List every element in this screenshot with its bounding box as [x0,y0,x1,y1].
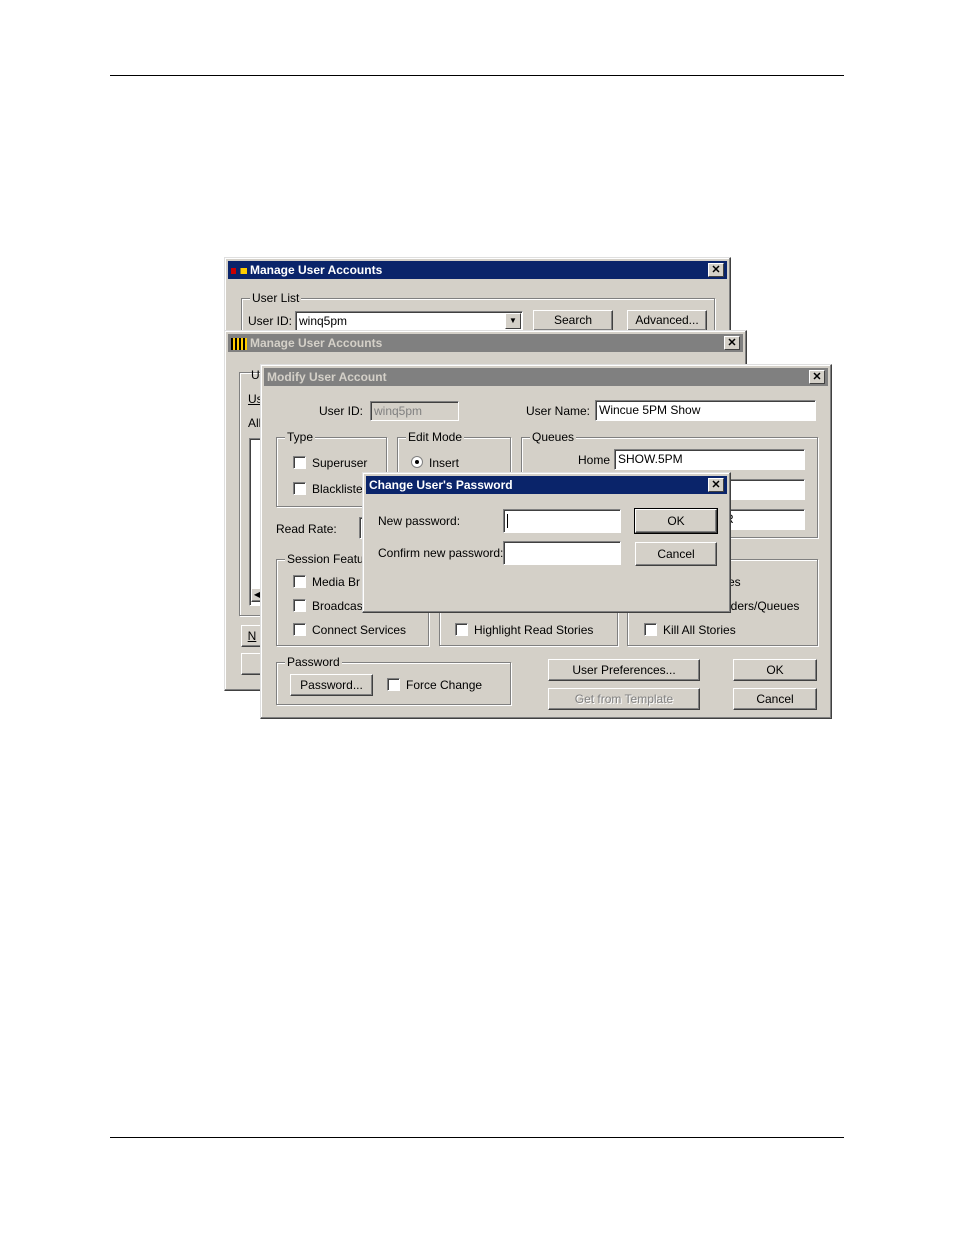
close-icon[interactable]: ✕ [809,370,825,384]
user-name-field[interactable]: Wincue 5PM Show [595,400,816,421]
home-queue-field[interactable]: SHOW.5PM [614,449,805,470]
dialog-title: Change User's Password [369,478,513,492]
superuser-checkbox[interactable] [293,456,306,469]
title-bar[interactable]: Manage User Accounts ✕ [228,334,743,352]
read-rate-label: Read Rate: [276,522,337,536]
window-title: Manage User Accounts [250,263,383,277]
ok-button[interactable]: OK [634,508,718,534]
kill-all-stories-label: Kill All Stories [663,623,736,637]
user-id-value: winq5pm [299,314,348,328]
folders-queues-label-fragment: lders/Queues [728,599,800,613]
chevron-down-icon[interactable]: ▼ [505,313,521,329]
user-preferences-button[interactable]: User Preferences... [548,659,700,681]
insert-label: Insert [429,456,460,470]
text-caret [507,514,508,528]
change-password-dialog: Change User's Password ✕ New password: C… [362,472,731,613]
new-password-field[interactable] [503,509,621,533]
home-label: Home [578,453,611,467]
cancel-button[interactable]: Cancel [635,542,717,566]
user-id-label: User ID: [319,404,364,418]
session-features-group-title: Session Featu [285,552,366,566]
confirm-password-field[interactable] [503,541,621,565]
user-id-combobox[interactable]: winq5pm [295,311,523,331]
type-group-title: Type [285,430,316,444]
user-name-label: User Name: [526,404,591,418]
title-bar[interactable]: Manage User Accounts ✕ [228,261,727,279]
blacklisted-checkbox[interactable] [293,482,306,495]
user-id-value: winq5pm [374,404,423,418]
password-button[interactable]: Password... [290,674,373,696]
top-rule [110,75,844,76]
edit-mode-group-title: Edit Mode [406,430,465,444]
blacklisted-label: Blackliste [312,482,363,496]
title-bar[interactable]: Change User's Password ✕ [366,476,727,494]
cancel-button[interactable]: Cancel [733,688,817,710]
close-icon[interactable]: ✕ [724,336,740,350]
app-icon [231,267,247,274]
insert-radio[interactable] [411,456,423,468]
connect-services-checkbox[interactable] [293,623,306,636]
media-browser-label: Media Br [312,575,361,589]
queues-group-title: Queues [530,430,577,444]
user-list-group-title: User List [250,291,302,305]
force-change-label: Force Change [406,678,483,692]
home-queue-value: SHOW.5PM [618,452,683,466]
new-password-label: New password: [378,514,461,528]
confirm-password-label: Confirm new password: [378,546,504,560]
force-change-checkbox[interactable] [387,678,400,691]
app-icon [231,337,247,350]
highlight-read-stories-label: Highlight Read Stories [474,623,594,637]
get-from-template-button: Get from Template [548,688,700,710]
connect-services-label: Connect Services [312,623,407,637]
bottom-rule [110,1137,844,1138]
superuser-label: Superuser [312,456,368,470]
password-group-title: Password [285,655,342,669]
highlight-read-stories-checkbox[interactable] [455,623,468,636]
media-browser-checkbox[interactable] [293,575,306,588]
close-icon[interactable]: ✕ [708,478,724,492]
user-name-value: Wincue 5PM Show [599,403,701,417]
search-button[interactable]: Search [533,310,613,331]
broadcast-checkbox[interactable] [293,599,306,612]
kill-all-stories-checkbox[interactable] [644,623,657,636]
title-bar[interactable]: Modify User Account ✕ [264,368,828,386]
user-id-field: winq5pm [370,401,459,421]
group-title-fragment: U [251,368,260,382]
ok-button[interactable]: OK [733,659,817,681]
close-icon[interactable]: ✕ [708,263,724,277]
broadcast-label: Broadcas [312,599,363,613]
advanced-button[interactable]: Advanced... [627,310,707,331]
window-title: Modify User Account [267,370,387,384]
window-title: Manage User Accounts [250,336,383,350]
user-id-label: User ID: [248,314,293,328]
